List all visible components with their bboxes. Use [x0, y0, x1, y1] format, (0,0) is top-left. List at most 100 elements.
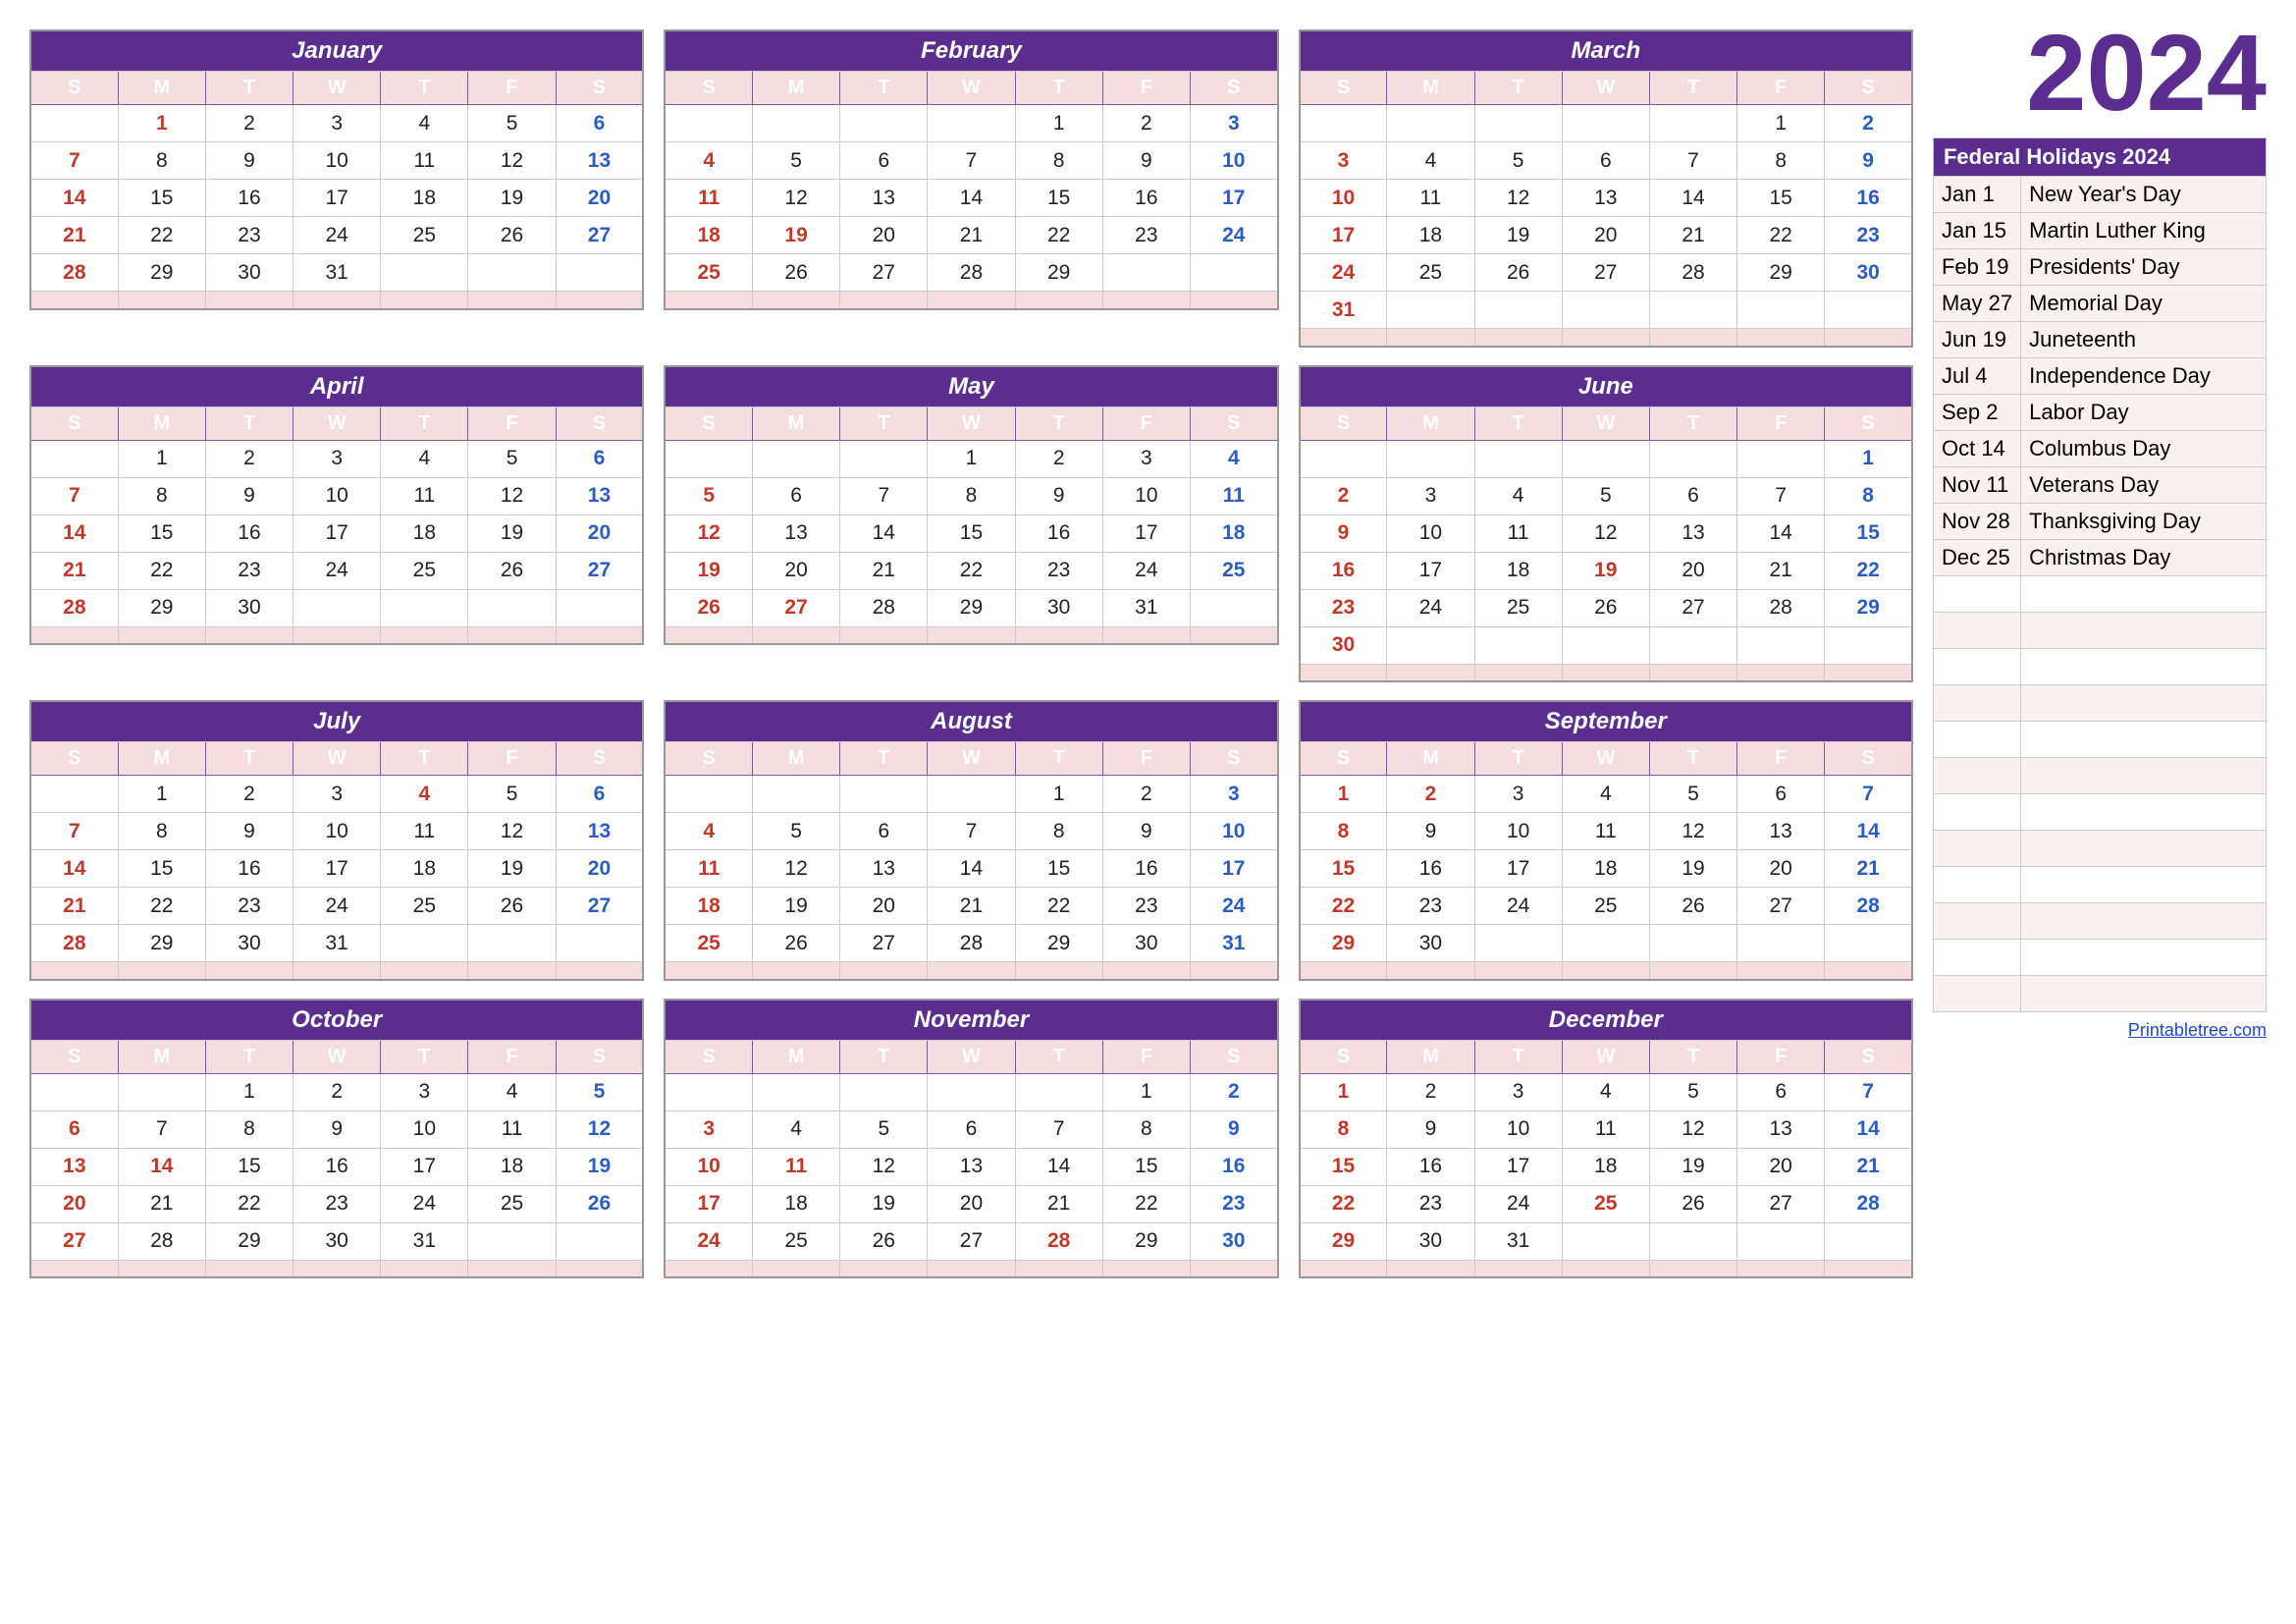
calendar-day[interactable]: 3: [1102, 440, 1190, 477]
calendar-day[interactable]: 5: [1562, 477, 1649, 514]
calendar-day[interactable]: 5: [753, 813, 840, 850]
calendar-day[interactable]: 15: [205, 1148, 293, 1185]
calendar-day[interactable]: 28: [1649, 254, 1736, 292]
calendar-day[interactable]: 6: [1737, 776, 1825, 813]
calendar-day[interactable]: 22: [1300, 1185, 1387, 1222]
calendar-day[interactable]: 15: [1300, 850, 1387, 888]
calendar-day[interactable]: 29: [1300, 925, 1387, 962]
calendar-day[interactable]: 23: [1300, 589, 1387, 626]
calendar-day[interactable]: 11: [665, 850, 752, 888]
calendar-day[interactable]: 8: [928, 477, 1015, 514]
calendar-day[interactable]: 17: [665, 1185, 752, 1222]
calendar-day[interactable]: 30: [294, 1222, 381, 1260]
calendar-day[interactable]: 8: [118, 813, 205, 850]
calendar-day[interactable]: 2: [1387, 1073, 1474, 1110]
calendar-day[interactable]: 20: [556, 850, 643, 888]
calendar-day[interactable]: 20: [556, 180, 643, 217]
calendar-day[interactable]: 25: [381, 552, 468, 589]
calendar-day[interactable]: 17: [1190, 850, 1277, 888]
calendar-day[interactable]: 18: [1562, 1148, 1649, 1185]
calendar-day[interactable]: 10: [1474, 813, 1562, 850]
calendar-day[interactable]: 16: [205, 850, 293, 888]
calendar-day[interactable]: 12: [468, 142, 556, 180]
calendar-day[interactable]: 8: [118, 477, 205, 514]
calendar-day[interactable]: 24: [1190, 217, 1277, 254]
calendar-day[interactable]: 19: [556, 1148, 643, 1185]
calendar-day[interactable]: 9: [1300, 514, 1387, 552]
calendar-day[interactable]: 11: [1562, 1110, 1649, 1148]
calendar-day[interactable]: 28: [118, 1222, 205, 1260]
calendar-day[interactable]: 7: [1825, 1073, 1912, 1110]
calendar-day[interactable]: 26: [1562, 589, 1649, 626]
calendar-day[interactable]: 7: [928, 813, 1015, 850]
calendar-day[interactable]: 2: [1015, 440, 1102, 477]
calendar-day[interactable]: 22: [1825, 552, 1912, 589]
calendar-day[interactable]: 27: [556, 888, 643, 925]
calendar-day[interactable]: 5: [468, 776, 556, 813]
calendar-day[interactable]: 15: [1825, 514, 1912, 552]
calendar-day[interactable]: 25: [665, 925, 752, 962]
calendar-day[interactable]: 7: [840, 477, 928, 514]
calendar-day[interactable]: 21: [30, 888, 118, 925]
calendar-day[interactable]: 21: [928, 217, 1015, 254]
calendar-day[interactable]: 31: [1300, 292, 1387, 329]
calendar-day[interactable]: 22: [1737, 217, 1825, 254]
calendar-day[interactable]: 28: [30, 925, 118, 962]
calendar-day[interactable]: 7: [928, 142, 1015, 180]
calendar-day[interactable]: 19: [468, 850, 556, 888]
calendar-day[interactable]: 18: [1190, 514, 1277, 552]
calendar-day[interactable]: 22: [118, 888, 205, 925]
calendar-day[interactable]: 6: [556, 440, 643, 477]
calendar-day[interactable]: 9: [1015, 477, 1102, 514]
calendar-day[interactable]: 3: [1190, 776, 1277, 813]
calendar-day[interactable]: 17: [294, 180, 381, 217]
calendar-day[interactable]: 25: [1190, 552, 1277, 589]
calendar-day[interactable]: 24: [1474, 888, 1562, 925]
calendar-day[interactable]: 28: [1825, 888, 1912, 925]
calendar-day[interactable]: 29: [1737, 254, 1825, 292]
calendar-day[interactable]: 14: [1737, 514, 1825, 552]
calendar-day[interactable]: 11: [381, 813, 468, 850]
calendar-day[interactable]: 30: [1825, 254, 1912, 292]
calendar-day[interactable]: 29: [118, 589, 205, 626]
calendar-day[interactable]: 2: [1300, 477, 1387, 514]
calendar-day[interactable]: 13: [556, 813, 643, 850]
calendar-day[interactable]: 27: [1649, 589, 1736, 626]
calendar-day[interactable]: 22: [118, 552, 205, 589]
calendar-day[interactable]: 3: [294, 776, 381, 813]
calendar-day[interactable]: 9: [1190, 1110, 1277, 1148]
calendar-day[interactable]: 16: [1387, 1148, 1474, 1185]
calendar-day[interactable]: 12: [556, 1110, 643, 1148]
calendar-day[interactable]: 12: [753, 850, 840, 888]
calendar-day[interactable]: 24: [1474, 1185, 1562, 1222]
calendar-day[interactable]: 16: [205, 514, 293, 552]
calendar-day[interactable]: 2: [1102, 105, 1190, 142]
calendar-day[interactable]: 15: [1300, 1148, 1387, 1185]
calendar-day[interactable]: 5: [753, 142, 840, 180]
calendar-day[interactable]: 29: [205, 1222, 293, 1260]
calendar-day[interactable]: 15: [1015, 850, 1102, 888]
calendar-day[interactable]: 20: [1649, 552, 1736, 589]
calendar-day[interactable]: 7: [30, 142, 118, 180]
calendar-day[interactable]: 16: [1300, 552, 1387, 589]
calendar-day[interactable]: 11: [381, 142, 468, 180]
calendar-day[interactable]: 13: [928, 1148, 1015, 1185]
calendar-day[interactable]: 14: [1825, 813, 1912, 850]
calendar-day[interactable]: 21: [118, 1185, 205, 1222]
calendar-day[interactable]: 9: [205, 142, 293, 180]
calendar-day[interactable]: 4: [665, 813, 752, 850]
calendar-day[interactable]: 2: [205, 440, 293, 477]
calendar-day[interactable]: 14: [30, 850, 118, 888]
calendar-day[interactable]: 12: [1562, 514, 1649, 552]
calendar-day[interactable]: 11: [665, 180, 752, 217]
calendar-day[interactable]: 1: [118, 776, 205, 813]
calendar-day[interactable]: 14: [1649, 180, 1736, 217]
calendar-day[interactable]: 13: [1737, 1110, 1825, 1148]
calendar-day[interactable]: 4: [381, 440, 468, 477]
calendar-day[interactable]: 3: [1474, 776, 1562, 813]
calendar-day[interactable]: 30: [1387, 1222, 1474, 1260]
calendar-day[interactable]: 8: [1300, 813, 1387, 850]
calendar-day[interactable]: 25: [1562, 888, 1649, 925]
calendar-day[interactable]: 28: [928, 254, 1015, 292]
calendar-day[interactable]: 4: [381, 105, 468, 142]
